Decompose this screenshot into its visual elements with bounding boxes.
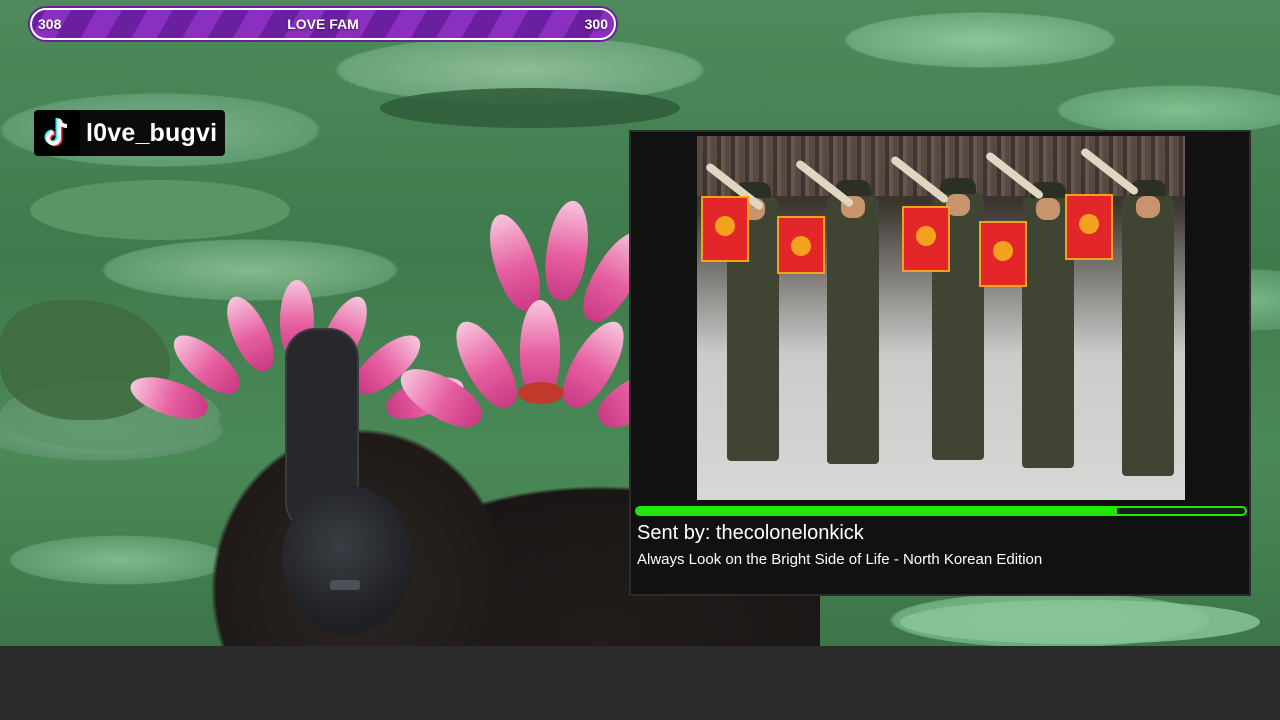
bottom-bar	[0, 646, 1280, 720]
media-title: Always Look on the Bright Side of Life -…	[637, 551, 1043, 568]
media-sender: Sent by: thecolonelonkick	[637, 522, 864, 544]
lily-pad	[30, 180, 290, 240]
video-flag	[1065, 194, 1113, 260]
media-progress-fill	[637, 508, 1118, 514]
tiktok-icon	[34, 110, 80, 156]
goal-title: LOVE FAM	[287, 16, 359, 32]
lily-pad	[900, 600, 1260, 644]
media-share-panel: Sent by: thecolonelonkick Always Look on…	[629, 130, 1251, 596]
headphone-logo	[330, 580, 360, 590]
video-soldier	[827, 180, 879, 464]
video-flag	[777, 216, 825, 274]
headphone-earcup	[282, 485, 412, 635]
goal-target-count: 300	[584, 16, 608, 32]
goal-current-count: 308	[38, 16, 62, 32]
follower-goal-bar: 308 LOVE FAM 300	[30, 8, 616, 40]
tiktok-username: l0ve_bugvi	[86, 118, 218, 147]
tiktok-handle-badge: l0ve_bugvi	[34, 110, 226, 156]
media-video-player[interactable]	[697, 136, 1185, 500]
media-progress-bar	[635, 506, 1247, 516]
lily-pad	[380, 88, 680, 128]
video-flag	[701, 196, 749, 262]
video-flag	[979, 221, 1027, 287]
video-flag	[902, 206, 950, 272]
video-soldier	[1122, 180, 1174, 476]
